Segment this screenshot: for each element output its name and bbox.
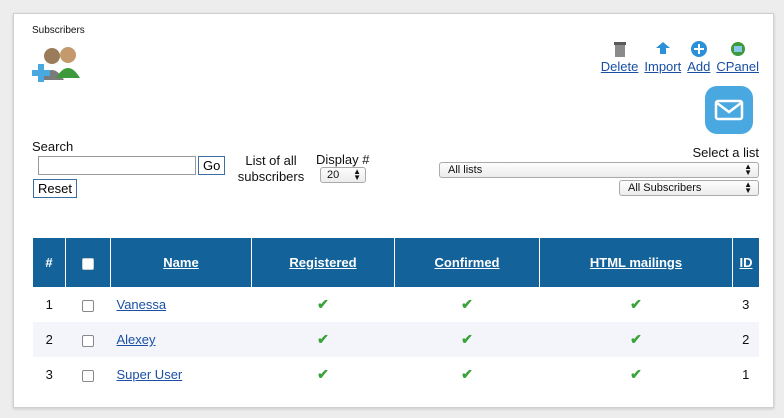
select-list-label: Select a list [692, 145, 759, 160]
html-check-icon: ✔ [630, 366, 642, 382]
cpanel-icon [730, 42, 745, 56]
toolbar: Delete Import Add CPanel [601, 40, 759, 74]
select-arrows-icon: ▲ ▼ [744, 180, 752, 195]
row-checkbox-cell [65, 322, 111, 357]
page-title: Subscribers [32, 25, 85, 36]
display-count-value: 20 [327, 169, 340, 181]
list-all-subscribers-text: List of all subscribers [237, 153, 305, 184]
row-checkbox[interactable] [82, 369, 94, 382]
row-number: 3 [45, 367, 53, 382]
add-button[interactable]: Add [687, 40, 710, 74]
go-button[interactable]: Go [198, 156, 226, 175]
row-number: 1 [45, 297, 53, 312]
col-name[interactable]: Name [110, 238, 252, 287]
name-cell: Vanessa [111, 287, 252, 322]
col-html-mailings[interactable]: HTML mailings [539, 238, 733, 287]
confirmed-check-icon: ✔ [394, 322, 540, 357]
subscriber-name-link[interactable]: Vanessa [117, 297, 167, 312]
list-select[interactable]: All lists ▲ ▼ [439, 162, 759, 178]
col-id[interactable]: ID [732, 238, 759, 287]
trash-icon [613, 42, 626, 57]
subscriber-name-link[interactable]: Super User [117, 367, 183, 382]
confirmed-check-icon: ✔ [461, 366, 473, 382]
import-button[interactable]: Import [644, 40, 681, 74]
envelope-icon [714, 99, 744, 121]
col-registered[interactable]: Registered [251, 238, 395, 287]
table-row: 2 Alexey ✔ ✔ ✔ 2 [33, 322, 759, 357]
row-checkbox-cell [66, 287, 111, 322]
import-label: Import [644, 59, 682, 74]
subscriber-filter-select[interactable]: All Subscribers ▲ ▼ [619, 180, 759, 196]
add-label: Add [687, 59, 711, 74]
display-label: Display # [316, 152, 370, 167]
html-check-icon: ✔ [630, 296, 642, 312]
row-id: 2 [732, 322, 759, 357]
display-count-select[interactable]: 20 ▲ ▼ [320, 167, 366, 183]
name-cell: Super User [111, 357, 252, 392]
subscriber-name-link[interactable]: Alexey [117, 332, 156, 347]
subscribers-table: # Name Registered Confirmed HTML mailing… [33, 238, 759, 392]
search-input[interactable] [38, 156, 196, 175]
table-row: 3 Super User ✔ ✔ ✔ 1 [33, 357, 759, 392]
import-icon [655, 42, 670, 54]
col-select-all [65, 238, 111, 287]
col-number: # [33, 238, 66, 287]
subscriber-filter-value: All Subscribers [628, 182, 702, 194]
html-check-icon: ✔ [539, 322, 733, 357]
select-all-checkbox[interactable] [82, 257, 94, 270]
search-label: Search [32, 139, 74, 154]
row-checkbox-cell [66, 357, 111, 392]
select-arrows-icon: ▲ ▼ [353, 167, 361, 182]
select-arrows-icon: ▲ ▼ [744, 162, 752, 177]
cpanel-button[interactable]: CPanel [716, 40, 759, 74]
row-id: 1 [742, 367, 750, 382]
delete-label: Delete [600, 59, 639, 74]
reset-button[interactable]: Reset [33, 179, 77, 198]
confirmed-check-icon: ✔ [461, 296, 473, 312]
subscribers-icon [32, 47, 80, 82]
main-panel: Subscribers Delete Import Add CPanel Sea… [13, 13, 774, 408]
row-id: 3 [742, 297, 750, 312]
registered-check-icon: ✔ [251, 322, 395, 357]
registered-check-icon: ✔ [317, 296, 329, 312]
row-checkbox[interactable] [82, 334, 94, 347]
cpanel-label: CPanel [716, 59, 759, 74]
table-header-row: # Name Registered Confirmed HTML mailing… [33, 238, 759, 287]
add-icon [690, 41, 707, 57]
table-row: 1 Vanessa ✔ ✔ ✔ 3 [33, 287, 759, 322]
col-confirmed[interactable]: Confirmed [394, 238, 540, 287]
registered-check-icon: ✔ [317, 366, 329, 382]
row-checkbox[interactable] [82, 299, 94, 312]
name-cell: Alexey [110, 322, 252, 357]
delete-button[interactable]: Delete [600, 40, 639, 74]
list-select-value: All lists [448, 164, 483, 176]
mail-button[interactable] [705, 86, 753, 134]
row-number: 2 [33, 322, 66, 357]
